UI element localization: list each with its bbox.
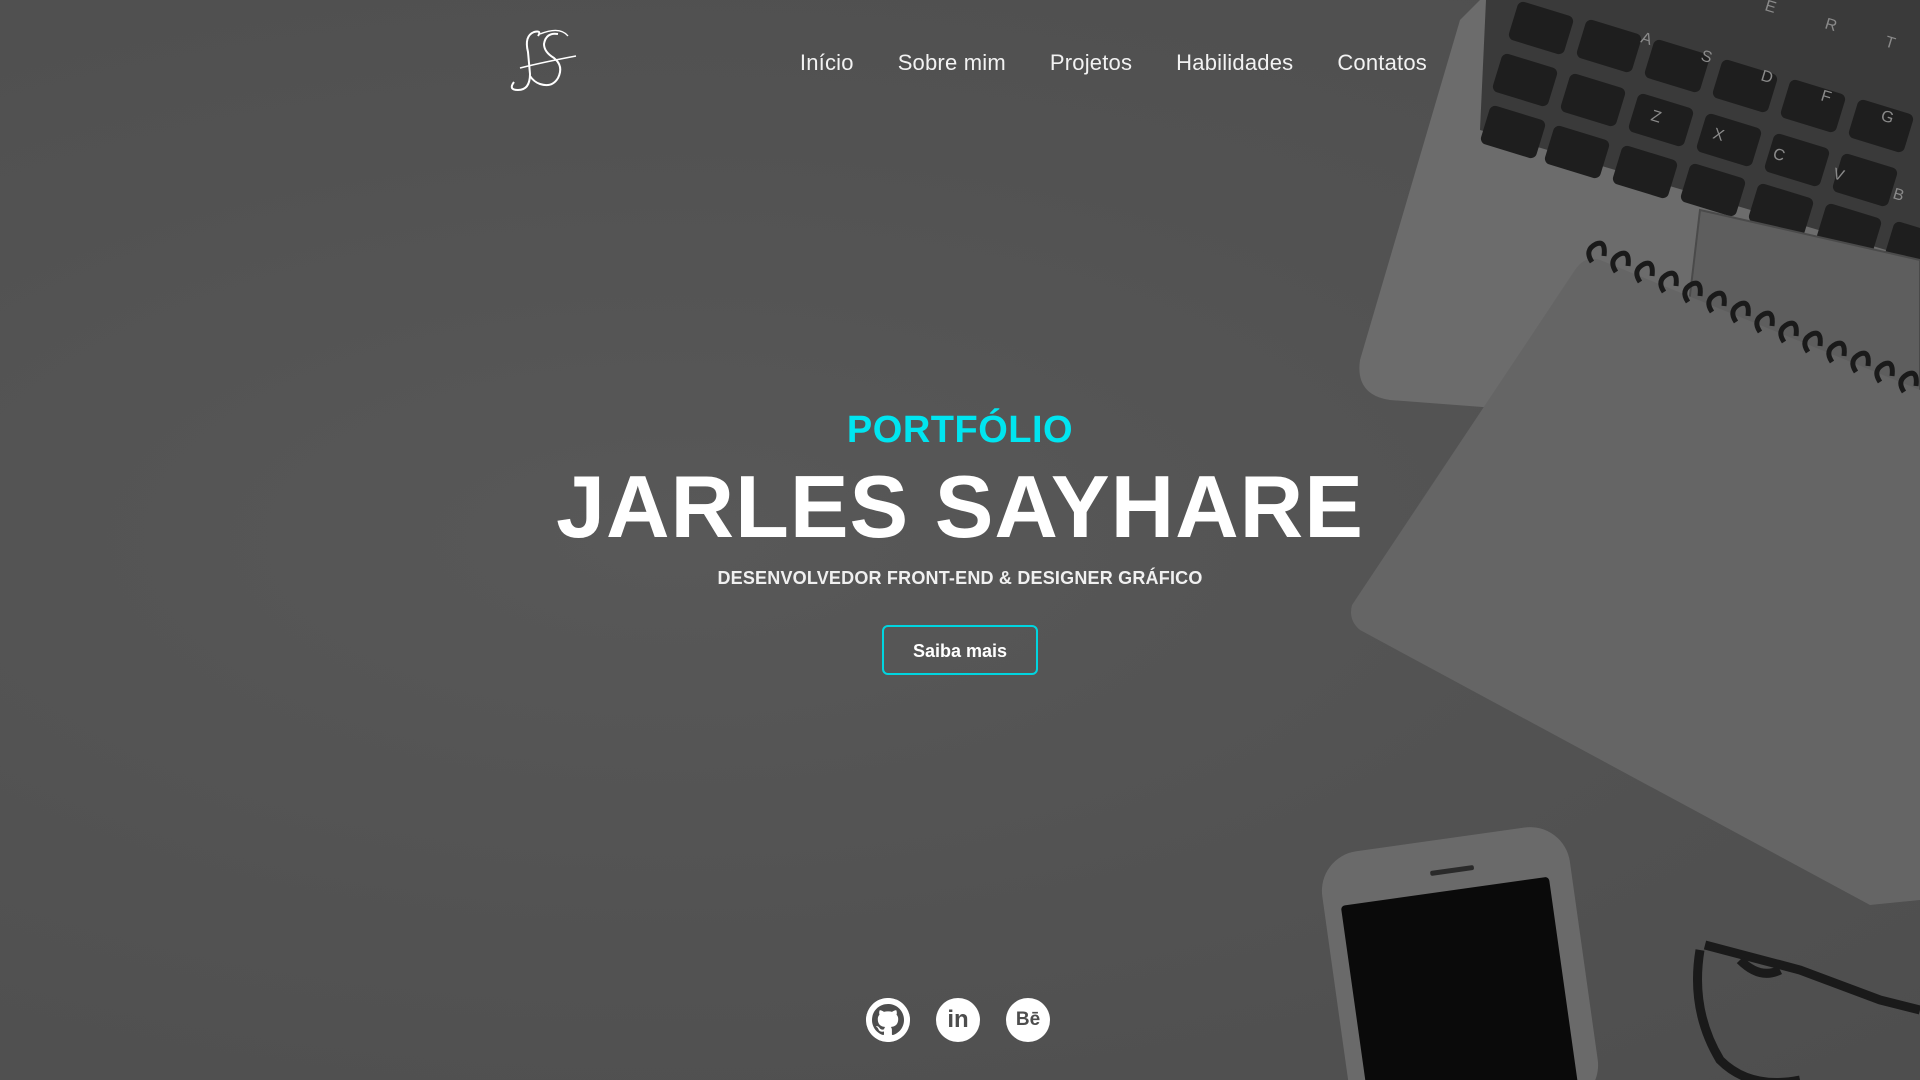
signature-logo-icon — [510, 29, 577, 92]
hero-subtitle: DESENVOLVEDOR FRONT-END & DESIGNER GRÁFI… — [717, 568, 1203, 588]
github-icon[interactable] — [866, 998, 910, 1042]
linkedin-icon[interactable]: in — [936, 998, 980, 1042]
site-header: Início Sobre mim Projetos Habilidades Co… — [0, 0, 1920, 130]
keyboard-key-label: C — [1771, 146, 1787, 166]
hero-section: PORTFÓLIO JARLES SAYHARE DESENVOLVEDOR F… — [0, 405, 1920, 675]
main-nav: Início Sobre mim Projetos Habilidades Co… — [800, 50, 1427, 76]
linkedin-glyph: in — [947, 1006, 969, 1033]
page: ASDFGZXCVBERT Início Sobre mim Projetos … — [0, 0, 1920, 1080]
keyboard-key-label: V — [1831, 166, 1846, 185]
nav-item-projetos[interactable]: Projetos — [1050, 50, 1132, 76]
social-links: in Bē — [866, 998, 1050, 1042]
nav-item-habilidades[interactable]: Habilidades — [1176, 50, 1293, 76]
behance-glyph: Bē — [1015, 1009, 1041, 1030]
nav-item-contatos[interactable]: Contatos — [1337, 50, 1427, 76]
nav-item-sobre-mim[interactable]: Sobre mim — [898, 50, 1006, 76]
nav-item-inicio[interactable]: Início — [800, 50, 854, 76]
glasses-image — [1693, 940, 1920, 1080]
hero-eyebrow: PORTFÓLIO — [846, 409, 1074, 451]
github-glyph — [866, 998, 910, 1042]
phone-image — [1321, 827, 1599, 1080]
logo[interactable] — [500, 28, 580, 98]
saiba-mais-button[interactable]: Saiba mais — [882, 625, 1038, 675]
keyboard-key-label: B — [1891, 186, 1906, 205]
behance-icon[interactable]: Bē — [1006, 998, 1050, 1042]
hero-title: JARLES SAYHARE — [556, 457, 1364, 556]
